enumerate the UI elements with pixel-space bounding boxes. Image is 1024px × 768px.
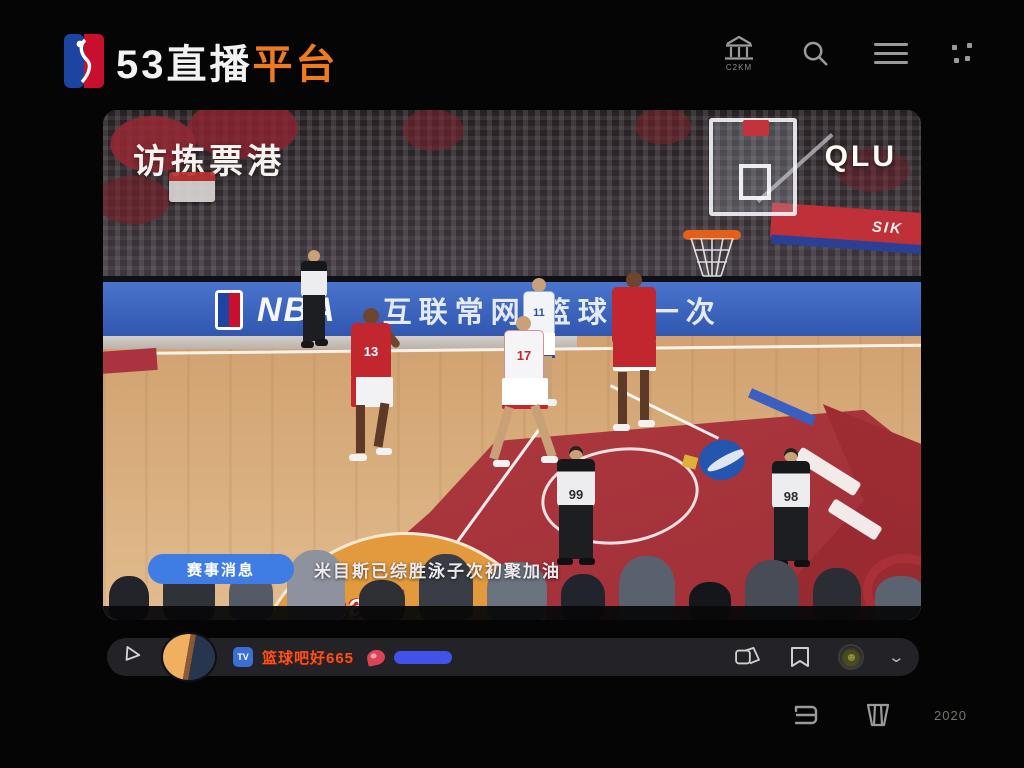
- emoji-button[interactable]: ☻: [838, 644, 864, 670]
- player-red-13: 13: [343, 308, 401, 470]
- nba-logo-icon: [64, 34, 104, 88]
- ticker-badge: 赛事消息: [148, 554, 294, 584]
- brand-home-link[interactable]: 53直播平台: [64, 32, 339, 90]
- title-accent: 平台: [253, 43, 339, 87]
- footer-caption: 2020: [934, 708, 967, 723]
- bookmark-icon: [788, 645, 812, 669]
- search-icon: [800, 38, 830, 68]
- danmaku-message: 篮球吧好665: [262, 647, 354, 668]
- header-icons: C2KM: [722, 34, 972, 72]
- search-button[interactable]: [800, 38, 830, 68]
- referee-number: 98: [772, 486, 810, 506]
- left-apron-strip: [103, 348, 158, 374]
- watermark-sub-badge: [169, 172, 215, 202]
- layers-button[interactable]: [790, 702, 822, 728]
- ticker-message: 米目斯已综胜泳子次初聚加油: [314, 557, 561, 582]
- grille-button[interactable]: [862, 702, 894, 728]
- referee-side: [297, 250, 333, 366]
- referee-number: 99: [557, 484, 595, 504]
- user-avatar[interactable]: [161, 632, 217, 682]
- video-player[interactable]: NBA 互联常网 篮球每一次 Bang SIK: [103, 110, 921, 620]
- screenshot-button[interactable]: [734, 646, 762, 668]
- footer-toolbar: 2020: [790, 702, 967, 728]
- menu-button[interactable]: [874, 43, 908, 64]
- jersey-number: 17: [504, 330, 544, 380]
- grille-icon: [862, 702, 894, 728]
- nba-board-logo-icon: [215, 290, 243, 330]
- corner-watermark: QLU: [825, 140, 897, 174]
- live-hall-caption: C2KM: [726, 63, 752, 72]
- top-header: 53直播平台 C2KM: [0, 0, 1024, 104]
- danmaku-controls: ☻ ⌄: [734, 644, 903, 670]
- layers-icon: [790, 702, 822, 728]
- play-cursor-icon[interactable]: [121, 644, 143, 671]
- live-hall-button[interactable]: C2KM: [722, 34, 756, 72]
- player-white-17: 17: [493, 316, 555, 476]
- danmaku-bar: TV 篮球吧好665 ☻ ⌄: [107, 638, 919, 676]
- bookmark-button[interactable]: [788, 645, 812, 669]
- heart-badge-icon: [366, 648, 387, 666]
- player-red-right: [605, 272, 663, 438]
- danmaku-progress-pill[interactable]: [394, 651, 452, 664]
- ticker-overlay: 赛事消息 米目斯已综胜泳子次初聚加油: [148, 554, 561, 584]
- jersey-number: 13: [351, 323, 391, 379]
- user-level-badge: TV: [233, 647, 253, 667]
- pavilion-icon: [722, 34, 756, 62]
- page-title: 53直播平台: [116, 32, 339, 90]
- title-main: 53直播: [116, 43, 253, 87]
- chevron-down-icon[interactable]: ⌄: [888, 648, 906, 666]
- fullscreen-button[interactable]: [952, 43, 972, 63]
- overlap-squares-icon: [734, 646, 762, 668]
